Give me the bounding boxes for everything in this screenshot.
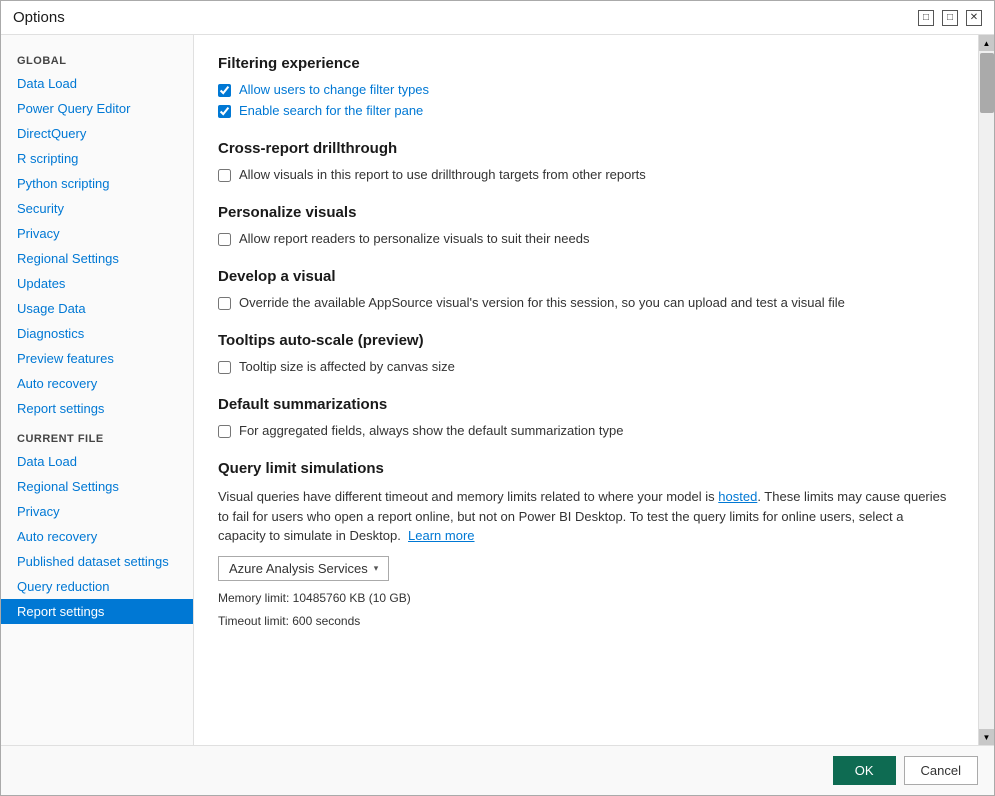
checkbox-row-enable-search: Enable search for the filter pane	[218, 103, 950, 118]
checkbox-aggregated-fields[interactable]	[218, 425, 231, 438]
memory-limit-text: Memory limit: 10485760 KB (10 GB)	[218, 589, 950, 608]
checkbox-enable-search-filter[interactable]	[218, 105, 231, 118]
checkbox-label-allow-filter: Allow users to change filter types	[239, 82, 429, 97]
sidebar-item-cf-data-load[interactable]: Data Load	[1, 449, 193, 474]
scrollbar-thumb[interactable]	[980, 53, 994, 113]
checkbox-row-override-appsource: Override the available AppSource visual'…	[218, 295, 950, 310]
scroll-up-button[interactable]: ▲	[979, 35, 995, 51]
dropdown-container: Azure Analysis Services ▾	[218, 556, 950, 581]
sidebar-item-cf-published-dataset[interactable]: Published dataset settings	[1, 549, 193, 574]
section-title-filtering: Filtering experience	[218, 55, 950, 72]
sidebar-item-diagnostics[interactable]: Diagnostics	[1, 321, 193, 346]
checkbox-allow-personalize[interactable]	[218, 233, 231, 246]
section-filtering-experience: Filtering experience Allow users to chan…	[218, 55, 950, 118]
sidebar-item-directquery[interactable]: DirectQuery	[1, 121, 193, 146]
global-section-label: GLOBAL	[1, 43, 193, 71]
sidebar-item-power-query-editor[interactable]: Power Query Editor	[1, 96, 193, 121]
sidebar-item-cf-query-reduction[interactable]: Query reduction	[1, 574, 193, 599]
section-personalize-visuals: Personalize visuals Allow report readers…	[218, 204, 950, 246]
azure-analysis-services-dropdown[interactable]: Azure Analysis Services ▾	[218, 556, 389, 581]
scrollbar-track: ▲ ▼	[978, 35, 994, 745]
minimize-button[interactable]: □	[918, 10, 934, 26]
section-title-tooltips: Tooltips auto-scale (preview)	[218, 332, 950, 349]
checkbox-row-allow-filter: Allow users to change filter types	[218, 82, 950, 97]
main-content: Filtering experience Allow users to chan…	[194, 35, 978, 745]
ok-button[interactable]: OK	[833, 756, 896, 785]
window-title: Options	[13, 9, 65, 26]
main-scroll: Filtering experience Allow users to chan…	[194, 35, 978, 745]
content-area: GLOBAL Data Load Power Query Editor Dire…	[1, 35, 994, 745]
section-title-cross-report: Cross-report drillthrough	[218, 140, 950, 157]
sidebar-item-usage-data[interactable]: Usage Data	[1, 296, 193, 321]
sidebar-item-auto-recovery[interactable]: Auto recovery	[1, 371, 193, 396]
timeout-limit-text: Timeout limit: 600 seconds	[218, 612, 950, 631]
checkbox-label-enable-search: Enable search for the filter pane	[239, 103, 423, 118]
section-title-query-limit: Query limit simulations	[218, 460, 950, 477]
sidebar-item-privacy[interactable]: Privacy	[1, 221, 193, 246]
sidebar-item-cf-report-settings[interactable]: Report settings	[1, 599, 193, 624]
checkbox-row-drillthrough: Allow visuals in this report to use dril…	[218, 167, 950, 182]
sidebar-item-preview-features[interactable]: Preview features	[1, 346, 193, 371]
current-file-section-label: CURRENT FILE	[1, 421, 193, 449]
section-develop-visual: Develop a visual Override the available …	[218, 268, 950, 310]
scroll-down-button[interactable]: ▼	[979, 729, 995, 745]
window-controls: □ □ ✕	[918, 10, 982, 26]
checkbox-override-appsource[interactable]	[218, 297, 231, 310]
checkbox-label-override-appsource: Override the available AppSource visual'…	[239, 295, 845, 310]
cancel-button[interactable]: Cancel	[904, 756, 978, 785]
footer: OK Cancel	[1, 745, 994, 795]
title-bar: Options □ □ ✕	[1, 1, 994, 35]
section-default-summarizations: Default summarizations For aggregated fi…	[218, 396, 950, 438]
section-title-develop: Develop a visual	[218, 268, 950, 285]
dropdown-value: Azure Analysis Services	[229, 561, 368, 576]
checkbox-label-personalize: Allow report readers to personalize visu…	[239, 231, 589, 246]
checkbox-label-tooltip-canvas: Tooltip size is affected by canvas size	[239, 359, 455, 374]
checkbox-row-personalize: Allow report readers to personalize visu…	[218, 231, 950, 246]
section-cross-report: Cross-report drillthrough Allow visuals …	[218, 140, 950, 182]
checkbox-allow-change-filter[interactable]	[218, 84, 231, 97]
sidebar-item-cf-auto-recovery[interactable]: Auto recovery	[1, 524, 193, 549]
query-limit-description: Visual queries have different timeout an…	[218, 487, 950, 546]
checkbox-row-aggregated-fields: For aggregated fields, always show the d…	[218, 423, 950, 438]
checkbox-label-drillthrough: Allow visuals in this report to use dril…	[239, 167, 646, 182]
sidebar-item-cf-privacy[interactable]: Privacy	[1, 499, 193, 524]
sidebar-item-python-scripting[interactable]: Python scripting	[1, 171, 193, 196]
sidebar-item-cf-regional-settings[interactable]: Regional Settings	[1, 474, 193, 499]
close-button[interactable]: ✕	[966, 10, 982, 26]
learn-more-link[interactable]: Learn more	[408, 528, 474, 543]
sidebar: GLOBAL Data Load Power Query Editor Dire…	[1, 35, 194, 745]
checkbox-allow-drillthrough[interactable]	[218, 169, 231, 182]
checkbox-label-aggregated-fields: For aggregated fields, always show the d…	[239, 423, 623, 438]
model-link[interactable]: hosted	[718, 489, 757, 504]
section-title-personalize: Personalize visuals	[218, 204, 950, 221]
checkbox-row-tooltip-canvas: Tooltip size is affected by canvas size	[218, 359, 950, 374]
maximize-button[interactable]: □	[942, 10, 958, 26]
sidebar-item-security[interactable]: Security	[1, 196, 193, 221]
sidebar-item-updates[interactable]: Updates	[1, 271, 193, 296]
section-tooltips-auto-scale: Tooltips auto-scale (preview) Tooltip si…	[218, 332, 950, 374]
section-title-summarizations: Default summarizations	[218, 396, 950, 413]
section-query-limit-simulations: Query limit simulations Visual queries h…	[218, 460, 950, 631]
checkbox-tooltip-canvas-size[interactable]	[218, 361, 231, 374]
options-window: Options □ □ ✕ GLOBAL Data Load Power Que…	[0, 0, 995, 796]
chevron-down-icon: ▾	[374, 563, 379, 574]
sidebar-item-regional-settings[interactable]: Regional Settings	[1, 246, 193, 271]
sidebar-item-report-settings-global[interactable]: Report settings	[1, 396, 193, 421]
sidebar-item-r-scripting[interactable]: R scripting	[1, 146, 193, 171]
sidebar-item-data-load[interactable]: Data Load	[1, 71, 193, 96]
